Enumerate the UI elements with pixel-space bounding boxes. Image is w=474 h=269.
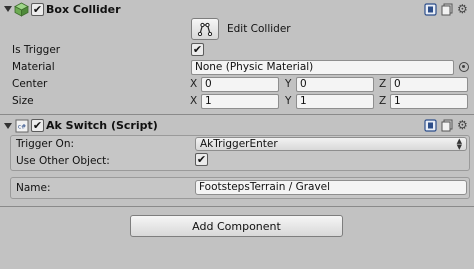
box-collider-enabled-checkbox[interactable]: ✔	[31, 3, 44, 16]
center-y-field[interactable]: 0	[296, 77, 374, 92]
gear-icon[interactable]: ⚙	[457, 119, 468, 131]
preset-icon[interactable]	[441, 119, 454, 132]
edit-collider-icon	[197, 22, 213, 36]
add-component-button[interactable]: Add Component	[130, 215, 343, 237]
ak-switch-title: Ak Switch (Script)	[46, 119, 158, 132]
use-other-object-label: Use Other Object:	[16, 155, 110, 167]
ak-switch-enabled-checkbox[interactable]: ✔	[31, 119, 44, 132]
add-component-label: Add Component	[192, 219, 281, 233]
preset-icon[interactable]	[441, 3, 454, 16]
component-divider	[0, 206, 474, 207]
name-field[interactable]: FootstepsTerrain / Gravel	[195, 180, 467, 195]
is-trigger-label: Is Trigger	[12, 44, 61, 56]
object-picker-icon[interactable]	[459, 62, 469, 72]
size-z-label[interactable]: Z	[379, 95, 386, 107]
material-label: Material	[12, 61, 55, 73]
ak-switch-foldout-arrow[interactable]	[4, 123, 12, 129]
center-x-label[interactable]: X	[190, 78, 197, 90]
center-z-label[interactable]: Z	[379, 78, 386, 90]
svg-text:c#: c#	[18, 124, 26, 131]
name-label: Name:	[16, 182, 51, 194]
size-y-field[interactable]: 1	[296, 94, 374, 109]
box-collider-foldout-arrow[interactable]	[4, 6, 12, 12]
trigger-on-label: Trigger On:	[16, 138, 75, 150]
use-other-object-checkbox[interactable]: ✔	[195, 153, 208, 166]
script-icon: c#	[15, 119, 29, 133]
center-x-field[interactable]: 0	[201, 77, 279, 92]
trigger-on-value: AkTriggerEnter	[200, 138, 278, 150]
size-x-field[interactable]: 1	[201, 94, 279, 109]
is-trigger-checkbox[interactable]: ✔	[191, 43, 204, 56]
center-label: Center	[12, 78, 48, 90]
book-icon[interactable]	[424, 3, 437, 16]
size-x-label[interactable]: X	[190, 95, 197, 107]
trigger-on-dropdown[interactable]: AkTriggerEnter ▲ ▼	[195, 137, 467, 151]
center-y-label[interactable]: Y	[285, 78, 291, 90]
size-y-label[interactable]: Y	[285, 95, 291, 107]
edit-collider-button[interactable]	[191, 18, 219, 40]
edit-collider-label: Edit Collider	[227, 23, 291, 35]
component-divider	[0, 114, 474, 115]
dropdown-arrows-icon: ▲ ▼	[456, 137, 462, 151]
gear-icon[interactable]: ⚙	[457, 3, 468, 15]
book-icon[interactable]	[424, 119, 437, 132]
center-z-field[interactable]: 0	[390, 77, 468, 92]
size-label: Size	[12, 95, 34, 107]
size-z-field[interactable]: 1	[390, 94, 468, 109]
box-collider-title: Box Collider	[46, 3, 121, 16]
box-collider-icon	[14, 2, 29, 17]
material-field[interactable]: None (Physic Material)	[191, 60, 454, 75]
